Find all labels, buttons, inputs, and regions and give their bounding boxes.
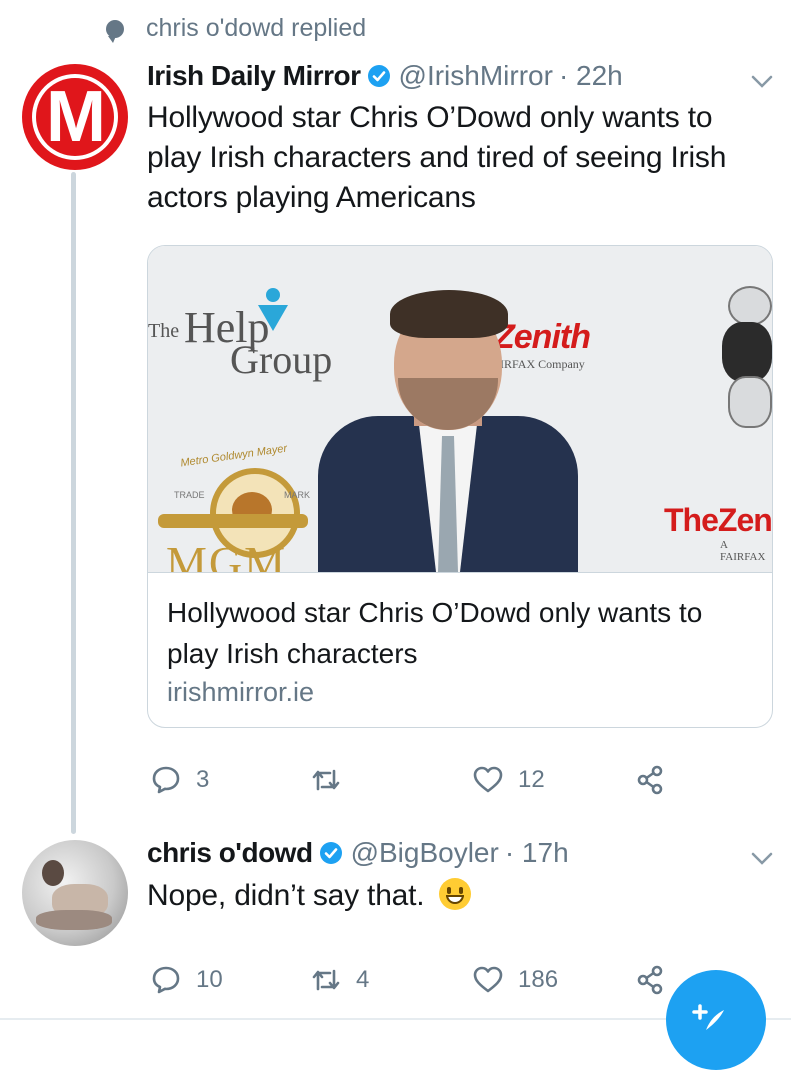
compose-tweet-button[interactable] — [666, 970, 766, 1070]
like-count: 12 — [518, 766, 545, 793]
share-button[interactable] — [634, 764, 666, 796]
tweet-time[interactable]: · 17h — [505, 837, 569, 869]
grinning-emoji-icon — [438, 878, 471, 911]
share-icon — [637, 765, 663, 795]
author-name[interactable]: chris o'dowd — [147, 837, 313, 869]
reply-button[interactable]: 10 — [150, 964, 223, 996]
thezenith-logo: TheZen A FAIRFAX — [664, 502, 772, 563]
reply-context-text: chris o'dowd replied — [146, 14, 367, 42]
reply-icon — [152, 966, 180, 994]
retweet-icon — [312, 769, 340, 791]
reply-count: 10 — [196, 966, 223, 993]
tweet-time[interactable]: · 22h — [559, 60, 623, 92]
author-handle[interactable]: @IrishMirror — [399, 60, 553, 92]
reply-bubble-icon — [106, 19, 124, 43]
tweet-text: Nope, didn’t say that. 😀 — [147, 876, 471, 916]
card-domain: irishmirror.ie — [167, 677, 315, 707]
retweet-button[interactable] — [310, 764, 356, 796]
reply-count: 3 — [196, 766, 210, 793]
verified-badge-icon — [319, 842, 342, 864]
share-button[interactable] — [634, 964, 666, 996]
like-button[interactable]: 186 — [472, 964, 558, 996]
tweet-header: chris o'dowd @BigBoyler · 17h — [147, 837, 569, 869]
heart-icon — [473, 766, 503, 793]
retweet-count: 4 — [356, 966, 370, 993]
verified-badge-icon — [367, 65, 390, 87]
compose-tweet-icon — [692, 1004, 724, 1030]
reply-context: chris o'dowd replied — [106, 14, 366, 43]
author-handle[interactable]: @BigBoyler — [351, 837, 499, 869]
tweet-text: Hollywood star Chris O’Dowd only wants t… — [147, 101, 727, 214]
retweet-icon — [312, 969, 340, 991]
chris-odowd-avatar[interactable] — [22, 840, 128, 946]
retweet-button[interactable]: 4 — [310, 964, 369, 996]
chevron-down-icon[interactable] — [751, 852, 773, 866]
card-title: Hollywood star Chris O’Dowd only wants t… — [167, 597, 703, 669]
chevron-down-icon[interactable] — [751, 75, 773, 89]
reply-button[interactable]: 3 — [150, 764, 209, 796]
tweet-header: Irish Daily Mirror @IrishMirror · 22h — [147, 60, 623, 92]
card-image: The Help Group Zenith IRFAX Company Metr… — [148, 246, 772, 573]
reply-icon — [152, 766, 180, 794]
share-icon — [637, 965, 663, 995]
mirror-logo-letter: M — [46, 77, 106, 157]
tweet-text-content: Nope, didn’t say that. — [147, 879, 425, 912]
like-count: 186 — [518, 966, 559, 993]
author-name[interactable]: Irish Daily Mirror — [147, 60, 361, 92]
irish-mirror-avatar[interactable]: M — [22, 64, 128, 170]
bear-mascot-graphic — [714, 286, 772, 428]
heart-icon — [473, 966, 503, 993]
person-photo — [318, 286, 578, 572]
link-card[interactable]: The Help Group Zenith IRFAX Company Metr… — [147, 245, 773, 728]
thread-line — [71, 172, 76, 834]
like-button[interactable]: 12 — [472, 764, 545, 796]
